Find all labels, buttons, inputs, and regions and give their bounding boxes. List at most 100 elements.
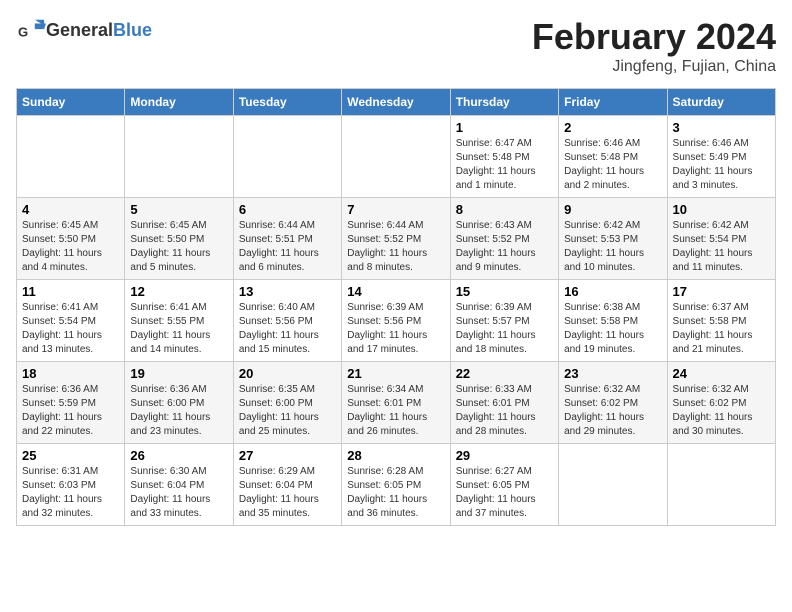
- day-number: 20: [239, 366, 336, 381]
- day-number: 5: [130, 202, 227, 217]
- day-info: Sunrise: 6:36 AM Sunset: 6:00 PM Dayligh…: [130, 383, 227, 439]
- day-number: 3: [673, 120, 770, 135]
- day-number: 19: [130, 366, 227, 381]
- weekday-header: Saturday: [667, 89, 775, 116]
- day-number: 15: [456, 284, 553, 299]
- calendar-cell: 3 Sunrise: 6:46 AM Sunset: 5:49 PM Daylig…: [667, 116, 775, 198]
- day-info: Sunrise: 6:39 AM Sunset: 5:57 PM Dayligh…: [456, 301, 553, 357]
- calendar-cell: 19 Sunrise: 6:36 AM Sunset: 6:00 PM Dayli…: [125, 362, 233, 444]
- calendar-cell: 7 Sunrise: 6:44 AM Sunset: 5:52 PM Daylig…: [342, 198, 450, 280]
- weekday-header: Wednesday: [342, 89, 450, 116]
- day-number: 21: [347, 366, 444, 381]
- day-number: 25: [22, 448, 119, 463]
- day-number: 13: [239, 284, 336, 299]
- calendar-cell: 15 Sunrise: 6:39 AM Sunset: 5:57 PM Dayli…: [450, 280, 558, 362]
- day-number: 10: [673, 202, 770, 217]
- day-info: Sunrise: 6:32 AM Sunset: 6:02 PM Dayligh…: [673, 383, 770, 439]
- day-info: Sunrise: 6:35 AM Sunset: 6:00 PM Dayligh…: [239, 383, 336, 439]
- day-info: Sunrise: 6:46 AM Sunset: 5:49 PM Dayligh…: [673, 137, 770, 193]
- title-section: February 2024 Jingfeng, Fujian, China: [532, 16, 776, 76]
- day-number: 16: [564, 284, 661, 299]
- calendar-week-row: 1Sunrise: 6:47 AM Sunset: 5:48 PM Daylig…: [17, 116, 776, 198]
- calendar-cell: 1Sunrise: 6:47 AM Sunset: 5:48 PM Daylig…: [450, 116, 558, 198]
- logo-general: General: [46, 20, 113, 40]
- day-number: 24: [673, 366, 770, 381]
- day-info: Sunrise: 6:31 AM Sunset: 6:03 PM Dayligh…: [22, 465, 119, 521]
- day-number: 6: [239, 202, 336, 217]
- day-number: 11: [22, 284, 119, 299]
- calendar-table: SundayMondayTuesdayWednesdayThursdayFrid…: [16, 88, 776, 526]
- calendar-cell: 17Sunrise: 6:37 AM Sunset: 5:58 PM Dayli…: [667, 280, 775, 362]
- day-number: 1: [456, 120, 553, 135]
- day-number: 18: [22, 366, 119, 381]
- day-number: 7: [347, 202, 444, 217]
- calendar-cell: 2Sunrise: 6:46 AM Sunset: 5:48 PM Daylig…: [559, 116, 667, 198]
- day-info: Sunrise: 6:44 AM Sunset: 5:51 PM Dayligh…: [239, 219, 336, 275]
- calendar-week-row: 18 Sunrise: 6:36 AM Sunset: 5:59 PM Dayli…: [17, 362, 776, 444]
- calendar-cell: 12 Sunrise: 6:41 AM Sunset: 5:55 PM Dayli…: [125, 280, 233, 362]
- calendar-cell: 24 Sunrise: 6:32 AM Sunset: 6:02 PM Dayli…: [667, 362, 775, 444]
- calendar-cell: 10Sunrise: 6:42 AM Sunset: 5:54 PM Dayli…: [667, 198, 775, 280]
- day-info: Sunrise: 6:41 AM Sunset: 5:55 PM Dayligh…: [130, 301, 227, 357]
- calendar-cell: 9 Sunrise: 6:42 AM Sunset: 5:53 PM Daylig…: [559, 198, 667, 280]
- day-info: Sunrise: 6:34 AM Sunset: 6:01 PM Dayligh…: [347, 383, 444, 439]
- day-number: 12: [130, 284, 227, 299]
- calendar-week-row: 4 Sunrise: 6:45 AM Sunset: 5:50 PM Daylig…: [17, 198, 776, 280]
- day-number: 23: [564, 366, 661, 381]
- calendar-cell: 26 Sunrise: 6:30 AM Sunset: 6:04 PM Dayli…: [125, 444, 233, 526]
- calendar-cell: 11Sunrise: 6:41 AM Sunset: 5:54 PM Dayli…: [17, 280, 125, 362]
- logo-blue: Blue: [113, 20, 152, 40]
- calendar-cell: [17, 116, 125, 198]
- calendar-cell: 14 Sunrise: 6:39 AM Sunset: 5:56 PM Dayli…: [342, 280, 450, 362]
- weekday-header: Thursday: [450, 89, 558, 116]
- logo-icon: G: [18, 16, 46, 44]
- day-number: 4: [22, 202, 119, 217]
- calendar-cell: 25 Sunrise: 6:31 AM Sunset: 6:03 PM Dayli…: [17, 444, 125, 526]
- day-info: Sunrise: 6:30 AM Sunset: 6:04 PM Dayligh…: [130, 465, 227, 521]
- svg-text:G: G: [18, 25, 28, 40]
- calendar-cell: 29Sunrise: 6:27 AM Sunset: 6:05 PM Dayli…: [450, 444, 558, 526]
- day-info: Sunrise: 6:33 AM Sunset: 6:01 PM Dayligh…: [456, 383, 553, 439]
- day-info: Sunrise: 6:37 AM Sunset: 5:58 PM Dayligh…: [673, 301, 770, 357]
- day-info: Sunrise: 6:42 AM Sunset: 5:53 PM Dayligh…: [564, 219, 661, 275]
- calendar-cell: 13 Sunrise: 6:40 AM Sunset: 5:56 PM Dayli…: [233, 280, 341, 362]
- calendar-cell: [233, 116, 341, 198]
- day-info: Sunrise: 6:45 AM Sunset: 5:50 PM Dayligh…: [130, 219, 227, 275]
- weekday-header: Tuesday: [233, 89, 341, 116]
- day-info: Sunrise: 6:29 AM Sunset: 6:04 PM Dayligh…: [239, 465, 336, 521]
- day-number: 26: [130, 448, 227, 463]
- calendar-week-row: 25 Sunrise: 6:31 AM Sunset: 6:03 PM Dayli…: [17, 444, 776, 526]
- day-number: 2: [564, 120, 661, 135]
- calendar-cell: 18 Sunrise: 6:36 AM Sunset: 5:59 PM Dayli…: [17, 362, 125, 444]
- day-info: Sunrise: 6:45 AM Sunset: 5:50 PM Dayligh…: [22, 219, 119, 275]
- calendar-cell: [342, 116, 450, 198]
- calendar-cell: 16Sunrise: 6:38 AM Sunset: 5:58 PM Dayli…: [559, 280, 667, 362]
- weekday-header: Friday: [559, 89, 667, 116]
- day-info: Sunrise: 6:36 AM Sunset: 5:59 PM Dayligh…: [22, 383, 119, 439]
- day-number: 28: [347, 448, 444, 463]
- location-title: Jingfeng, Fujian, China: [532, 58, 776, 76]
- day-number: 14: [347, 284, 444, 299]
- calendar-cell: 28 Sunrise: 6:28 AM Sunset: 6:05 PM Dayli…: [342, 444, 450, 526]
- day-info: Sunrise: 6:32 AM Sunset: 6:02 PM Dayligh…: [564, 383, 661, 439]
- day-info: Sunrise: 6:28 AM Sunset: 6:05 PM Dayligh…: [347, 465, 444, 521]
- calendar-cell: 20 Sunrise: 6:35 AM Sunset: 6:00 PM Dayli…: [233, 362, 341, 444]
- day-info: Sunrise: 6:40 AM Sunset: 5:56 PM Dayligh…: [239, 301, 336, 357]
- day-info: Sunrise: 6:44 AM Sunset: 5:52 PM Dayligh…: [347, 219, 444, 275]
- calendar-week-row: 11Sunrise: 6:41 AM Sunset: 5:54 PM Dayli…: [17, 280, 776, 362]
- calendar-cell: 22 Sunrise: 6:33 AM Sunset: 6:01 PM Dayli…: [450, 362, 558, 444]
- weekday-header: Monday: [125, 89, 233, 116]
- day-info: Sunrise: 6:39 AM Sunset: 5:56 PM Dayligh…: [347, 301, 444, 357]
- calendar-cell: 27Sunrise: 6:29 AM Sunset: 6:04 PM Dayli…: [233, 444, 341, 526]
- calendar-cell: [559, 444, 667, 526]
- calendar-cell: 21 Sunrise: 6:34 AM Sunset: 6:01 PM Dayli…: [342, 362, 450, 444]
- header: G GeneralBlue February 2024 Jingfeng, Fu…: [16, 16, 776, 76]
- day-info: Sunrise: 6:27 AM Sunset: 6:05 PM Dayligh…: [456, 465, 553, 521]
- calendar-cell: 23 Sunrise: 6:32 AM Sunset: 6:02 PM Dayli…: [559, 362, 667, 444]
- calendar-cell: 5 Sunrise: 6:45 AM Sunset: 5:50 PM Daylig…: [125, 198, 233, 280]
- calendar-cell: 8Sunrise: 6:43 AM Sunset: 5:52 PM Daylig…: [450, 198, 558, 280]
- weekday-header-row: SundayMondayTuesdayWednesdayThursdayFrid…: [17, 89, 776, 116]
- day-number: 9: [564, 202, 661, 217]
- weekday-header: Sunday: [17, 89, 125, 116]
- day-number: 22: [456, 366, 553, 381]
